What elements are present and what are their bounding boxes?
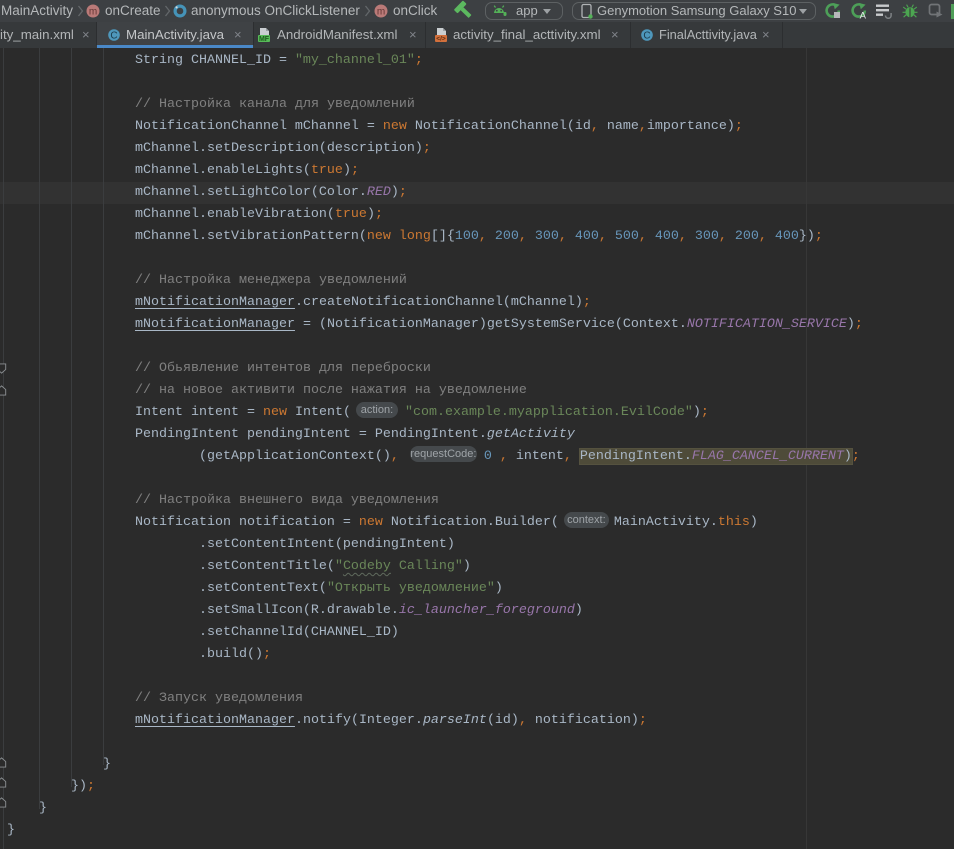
svg-text:A: A <box>860 11 867 20</box>
svg-text:</>: </> <box>436 36 446 43</box>
svg-text:m: m <box>377 7 385 18</box>
svg-text:m: m <box>89 7 97 18</box>
svg-text:C: C <box>643 31 650 42</box>
svg-text:MF: MF <box>259 36 270 43</box>
svg-text:C: C <box>110 31 117 42</box>
